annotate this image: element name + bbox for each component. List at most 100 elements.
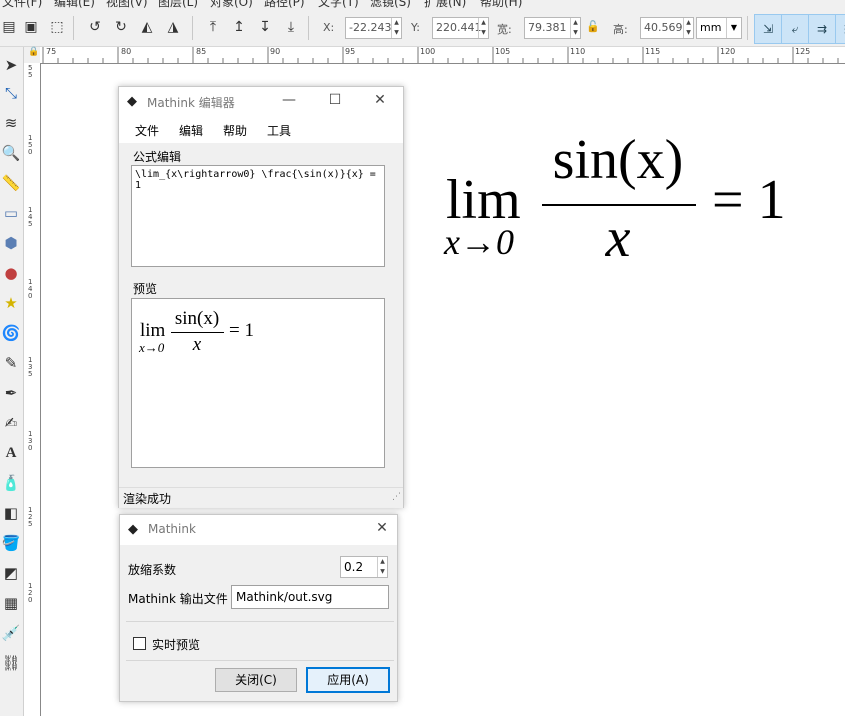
- spray-tool-icon[interactable]: 🧴: [1, 473, 21, 493]
- lock-icon[interactable]: 🔓: [584, 18, 602, 36]
- width-spin-arrows-icon[interactable]: ▲ ▼: [570, 18, 580, 38]
- ellipse-tool-icon[interactable]: ●: [1, 263, 21, 283]
- lower-icon[interactable]: ↧: [256, 18, 274, 36]
- settings-title: Mathink: [148, 522, 196, 536]
- star-tool-icon[interactable]: ★: [1, 293, 21, 313]
- lower-to-bottom-icon[interactable]: ⤓: [282, 18, 300, 36]
- height-input[interactable]: 40.569 ▲ ▼: [640, 17, 694, 39]
- text-tool-icon[interactable]: A: [1, 443, 21, 463]
- move-gradients-icon[interactable]: ⇉: [808, 14, 836, 44]
- deselect-icon[interactable]: ⬚: [48, 18, 66, 36]
- 3d-box-tool-icon[interactable]: ⬢: [1, 233, 21, 253]
- menu-view[interactable]: 视图(V): [106, 0, 148, 8]
- menu-object[interactable]: 对象(O): [210, 0, 253, 8]
- editor-menu-file[interactable]: 文件: [135, 122, 159, 139]
- preview-formula: lim x→0 sin(x) x = 1: [139, 308, 254, 355]
- selector-tool-icon[interactable]: ➤: [1, 55, 21, 75]
- formula-lim: lim: [446, 169, 521, 231]
- x-spin-arrows-icon[interactable]: ▲ ▼: [391, 18, 401, 38]
- height-spin-arrows-icon[interactable]: ▲ ▼: [683, 18, 693, 38]
- inkscape-icon: ◆: [127, 94, 137, 109]
- menu-layer[interactable]: 图层(L): [158, 0, 198, 8]
- close-button[interactable]: 关闭(C): [215, 668, 297, 692]
- fraction-bar: [542, 204, 696, 206]
- rectangle-tool-icon[interactable]: ▭: [1, 203, 21, 223]
- width-input[interactable]: 79.381 ▲ ▼: [524, 17, 581, 39]
- mathink-settings-window: ◆ Mathink ✕ 放缩系数 0.2 ▲ ▼ Mathink 输出文件 Mat…: [119, 514, 398, 702]
- menu-path[interactable]: 路径(P): [264, 0, 305, 8]
- height-label: 高:: [613, 23, 628, 36]
- formula-rhs: = 1: [712, 169, 786, 231]
- x-input[interactable]: -22.243 ▲ ▼: [345, 17, 402, 39]
- scale-label: 放缩系数: [128, 563, 177, 577]
- menu-filters[interactable]: 滤镜(S): [370, 0, 411, 8]
- menubar: 文件(F) 编辑(E) 视图(V) 图层(L) 对象(O) 路径(P) 文字(T…: [0, 0, 845, 8]
- y-spin-arrows-icon[interactable]: ▲ ▼: [478, 18, 488, 38]
- resize-grip-icon[interactable]: ⋰: [392, 492, 401, 502]
- realtime-preview-checkbox[interactable]: [133, 637, 146, 650]
- maximize-icon[interactable]: ☐: [325, 92, 345, 108]
- scale-input[interactable]: 0.2 ▲ ▼: [340, 556, 388, 578]
- formula-numerator: sin(x): [552, 129, 684, 191]
- settings-titlebar[interactable]: ◆ Mathink ✕: [120, 515, 397, 545]
- gradient-tool-icon[interactable]: ◩: [1, 563, 21, 583]
- tweak-tool-icon[interactable]: ≋: [1, 113, 21, 133]
- status-text: 渲染成功: [123, 492, 172, 506]
- menu-file[interactable]: 文件(F): [2, 0, 42, 8]
- rotate-ccw-icon[interactable]: ↺: [86, 18, 104, 36]
- y-label: Y:: [411, 21, 420, 34]
- unit-select[interactable]: mm ▼: [696, 17, 742, 39]
- horizontal-ruler: 75 80 85 90 95 100 105 110 115 120 125: [40, 47, 845, 64]
- inkscape-icon: ◆: [128, 522, 138, 537]
- connector-tool-icon[interactable]: ⛓: [1, 653, 21, 673]
- tool-controls-bar: ▤ ▣ ⬚ ↺ ↻ ◭ ◮ ⤒ ↥ ↧ ⤓ X: -22.243 ▲ ▼ Y: 2…: [0, 8, 845, 47]
- calligraphy-tool-icon[interactable]: ✍: [1, 413, 21, 433]
- editor-menu-help[interactable]: 帮助: [223, 122, 247, 139]
- node-tool-icon[interactable]: ⤡: [1, 83, 21, 103]
- latex-input[interactable]: \lim_{x\rightarrow0} \frac{\sin(x)}{x} =…: [131, 165, 385, 267]
- scale-corners-icon[interactable]: ⤶: [781, 14, 809, 44]
- menu-edit[interactable]: 编辑(E): [54, 0, 95, 8]
- zoom-tool-icon[interactable]: 🔍: [1, 143, 21, 163]
- editor-menu-tools[interactable]: 工具: [267, 122, 291, 139]
- y-input[interactable]: 220.441 ▲ ▼: [432, 17, 489, 39]
- move-patterns-icon[interactable]: ⇶: [835, 14, 845, 44]
- ruler-corner-icon: 🔒: [24, 47, 40, 63]
- editor-menu-edit[interactable]: 编辑: [179, 122, 203, 139]
- x-label: X:: [323, 21, 335, 34]
- eraser-tool-icon[interactable]: ◧: [1, 503, 21, 523]
- output-file-input[interactable]: Mathink/out.svg: [231, 585, 389, 609]
- close-icon[interactable]: ✕: [370, 92, 390, 108]
- vertical-ruler: 55 150 145 140 135 130 125 120: [24, 47, 41, 716]
- mesh-tool-icon[interactable]: ▦: [1, 593, 21, 613]
- scale-stroke-icon[interactable]: ⇲: [754, 14, 782, 44]
- measure-tool-icon[interactable]: 📏: [1, 173, 21, 193]
- spiral-tool-icon[interactable]: 🌀: [1, 323, 21, 343]
- minimize-icon[interactable]: —: [279, 92, 299, 108]
- dropper-tool-icon[interactable]: 💉: [1, 623, 21, 643]
- select-all-icon[interactable]: ▤: [0, 18, 18, 36]
- editor-title: Mathink 编辑器: [147, 96, 235, 110]
- chevron-down-icon: ▼: [726, 18, 741, 38]
- pencil-tool-icon[interactable]: ✎: [1, 353, 21, 373]
- canvas-formula[interactable]: lim x→0 sin(x) x = 1: [440, 130, 820, 270]
- raise-to-top-icon[interactable]: ⤒: [204, 18, 222, 36]
- rotate-cw-icon[interactable]: ↻: [112, 18, 130, 36]
- apply-button[interactable]: 应用(A): [306, 667, 390, 693]
- flip-horizontal-icon[interactable]: ◭: [138, 18, 156, 36]
- close-icon[interactable]: ✕: [372, 520, 392, 536]
- pen-tool-icon[interactable]: ✒: [1, 383, 21, 403]
- menu-text[interactable]: 文字(T): [318, 0, 359, 8]
- toolbox: ➤ ⤡ ≋ 🔍 📏 ▭ ⬢ ● ★ 🌀 ✎ ✒ ✍ A 🧴 ◧ 🪣 ◩ ▦ 💉 …: [0, 47, 24, 716]
- paint-bucket-tool-icon[interactable]: 🪣: [1, 533, 21, 553]
- editor-titlebar[interactable]: ◆ Mathink 编辑器 — ☐ ✕: [119, 87, 403, 117]
- raise-icon[interactable]: ↥: [230, 18, 248, 36]
- select-in-all-layers-icon[interactable]: ▣: [22, 18, 40, 36]
- formula-subscript: x→0: [444, 222, 514, 262]
- menu-extensions[interactable]: 扩展(N): [424, 0, 466, 8]
- formula-edit-label: 公式编辑: [133, 150, 182, 164]
- menu-help[interactable]: 帮助(H): [480, 0, 522, 8]
- flip-vertical-icon[interactable]: ◮: [164, 18, 182, 36]
- scale-spin-arrows-icon[interactable]: ▲ ▼: [377, 557, 387, 577]
- status-bar: 渲染成功 ⋰: [119, 487, 403, 508]
